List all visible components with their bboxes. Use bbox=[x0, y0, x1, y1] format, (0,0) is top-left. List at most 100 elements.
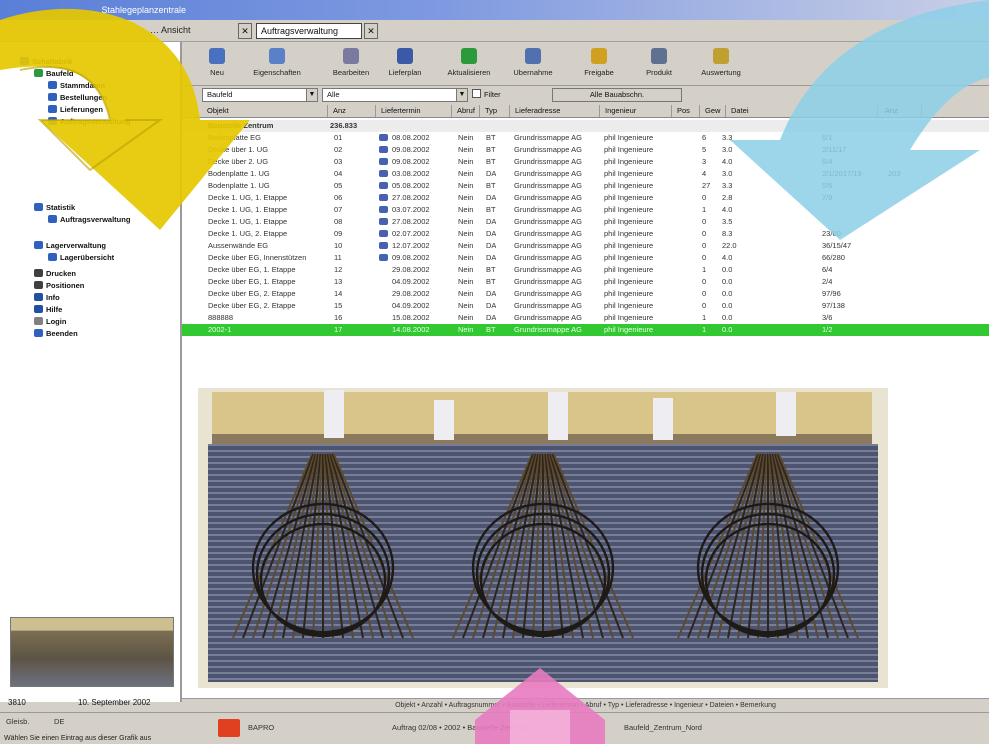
table-cell-t: BT bbox=[486, 180, 496, 192]
table-row[interactable]: Bodenplatte EG 01 08.08.2002 Nein BT Grundris… bbox=[182, 132, 989, 144]
status-left-2: DE bbox=[54, 717, 65, 726]
toolbar-button[interactable]: Freigabe bbox=[570, 46, 628, 82]
tree-item[interactable]: Statistik bbox=[34, 202, 75, 214]
tree-item[interactable]: Info bbox=[34, 292, 60, 304]
table-cell-text: phil Ingenieure bbox=[604, 313, 654, 322]
tree-item[interactable]: Hilfe bbox=[34, 304, 62, 316]
column-header[interactable]: Objekt bbox=[204, 105, 328, 117]
table-cell-addr: Grundrissmappe AG bbox=[514, 288, 582, 300]
table-row[interactable]: Decke über EG, 1. Etappe 13 04.09.2002 Nein… bbox=[182, 276, 989, 288]
table-row[interactable]: Decke über 2. UG 03 09.08.2002 Nein BT Grundr… bbox=[182, 156, 989, 168]
column-header[interactable]: Liefertermin bbox=[378, 105, 452, 117]
tree-item[interactable]: Bestellungen bbox=[48, 92, 107, 104]
toolbar-button[interactable]: Produkt bbox=[630, 46, 688, 82]
column-header[interactable]: Abruf bbox=[454, 105, 480, 117]
table-cell-t: DA bbox=[486, 288, 496, 300]
table-cell-t: BT bbox=[486, 264, 496, 276]
filter-checkbox[interactable]: Filter bbox=[472, 89, 501, 99]
column-header[interactable]: Lieferadresse bbox=[512, 105, 600, 117]
column-header[interactable]: Anz bbox=[882, 105, 922, 117]
checkbox-box[interactable] bbox=[472, 89, 481, 98]
column-header[interactable]: Datei bbox=[728, 105, 878, 117]
chevron-down-icon[interactable]: ▼ bbox=[456, 89, 467, 101]
toolbar-button[interactable]: Eigenschaften bbox=[248, 46, 306, 82]
table-cell-text: Grundrissmappe AG bbox=[514, 169, 582, 178]
table-row[interactable]: Decke 1. UG, 1. Etappe 06 27.08.2002 Nein DA… bbox=[182, 192, 989, 204]
table-row[interactable]: Decke 1. UG, 1. Etappe 07 03.07.2002 Nein BT… bbox=[182, 204, 989, 216]
table-row[interactable]: Decke über 1. UG 02 09.08.2002 Nein BT Grundr… bbox=[182, 144, 989, 156]
task-middle[interactable]: Auftrag 02/08 • 2002 • Baustelle Zentrum bbox=[392, 723, 528, 732]
task-right[interactable]: Baufeld_Zentrum_Nord bbox=[624, 723, 702, 732]
table-row[interactable]: Bodenplatte 1. UG 04 03.08.2002 Nein DA Grund… bbox=[182, 168, 989, 180]
toolbar-button[interactable]: Ubernahme bbox=[504, 46, 562, 82]
table-cell-addr: Grundrissmappe AG bbox=[514, 168, 582, 180]
table-cell-text: Grundrissmappe AG bbox=[514, 193, 582, 202]
chevron-down-icon[interactable]: ▼ bbox=[306, 89, 317, 101]
table-cell-text: Nein bbox=[458, 241, 474, 250]
table-row[interactable]: Decke über EG, 2. Etappe 15 04.09.2002 Nein… bbox=[182, 300, 989, 312]
table-row[interactable]: 2002-1 17 14.08.2002 Nein BT Grundrissmappe A… bbox=[182, 324, 989, 336]
table-cell-text: Decke über EG, 2. Etappe bbox=[208, 289, 296, 298]
column-header[interactable]: Ingenieur bbox=[602, 105, 672, 117]
table-cell-date: 02.07.2002 bbox=[379, 228, 430, 240]
tree-item[interactable]: Stammdaten bbox=[48, 80, 105, 92]
toolbar-button[interactable]: Auswertung bbox=[692, 46, 750, 82]
tree-item[interactable]: Positionen bbox=[34, 280, 84, 292]
filter-select-alle[interactable]: Alle ▼ bbox=[322, 88, 468, 102]
table-row[interactable]: 888888 16 15.08.2002 Nein DA Grundrissmappe A… bbox=[182, 312, 989, 324]
table-group-row[interactable]: Baustelle Zentrum 236.833 bbox=[182, 120, 989, 132]
filter-path-button[interactable]: Alle Bauabschn. bbox=[552, 88, 682, 102]
table-cell-w: 0.0 bbox=[722, 300, 732, 312]
tree-item[interactable]: Lagerübersicht bbox=[48, 252, 114, 264]
close-icon[interactable]: ✕ bbox=[238, 23, 252, 39]
table-cell-text: DA bbox=[486, 253, 497, 262]
toolbar-button-label: Eigenschaften bbox=[253, 68, 301, 77]
tree-item-label: Statistik bbox=[46, 203, 76, 212]
table-cell-text: 3.3 bbox=[722, 133, 733, 142]
column-header[interactable]: Gew bbox=[702, 105, 726, 117]
table-row[interactable]: Decke 1. UG, 2. Etappe 09 02.07.2002 Nein DA… bbox=[182, 228, 989, 240]
tree-item[interactable]: Login bbox=[34, 316, 66, 328]
table-cell-a: Nein bbox=[458, 156, 473, 168]
table-cell-text: phil Ingenieure bbox=[604, 265, 654, 274]
tree-item[interactable]: Schalfabrik bbox=[20, 56, 72, 68]
table-cell-text: 3.5 bbox=[722, 217, 733, 226]
close-icon[interactable]: ✕ bbox=[364, 23, 378, 39]
toolbar-button[interactable]: Bearbeiten bbox=[322, 46, 380, 82]
table-cell-n: 14 bbox=[334, 288, 342, 300]
column-header[interactable]: Pos bbox=[674, 105, 700, 117]
tree-item[interactable]: Drucken bbox=[34, 268, 76, 280]
table-cell-f: 97/138 bbox=[822, 300, 845, 312]
column-header[interactable]: Anz bbox=[330, 105, 376, 117]
toolbar-button[interactable]: Neu bbox=[188, 46, 246, 82]
folder-icon bbox=[20, 57, 29, 65]
tree-item[interactable]: Auftragsverwaltung bbox=[48, 116, 130, 128]
tab-auftragsverwaltung[interactable]: Auftragsverwaltung bbox=[256, 23, 362, 39]
table-row[interactable]: Decke über EG, 1. Etappe 12 29.08.2002 Nein… bbox=[182, 264, 989, 276]
table-row[interactable]: Aussenwände EG 10 12.07.2002 Nein DA Grundris… bbox=[182, 240, 989, 252]
tree-item[interactable]: Auftragsverwaltung bbox=[48, 214, 130, 226]
table-cell-name: Bodenplatte 1. UG bbox=[208, 168, 270, 180]
toolbar-button[interactable]: Aktualisieren bbox=[440, 46, 498, 82]
filter-select-baufeld[interactable]: Baufeld ▼ bbox=[202, 88, 318, 102]
table-cell-date: 14.08.2002 bbox=[392, 324, 430, 336]
table-row[interactable]: Decke über EG, Innenstützen 11 09.08.2002 N… bbox=[182, 252, 989, 264]
table-row[interactable]: Bodenplatte 1. UG 05 05.08.2002 Nein BT Grund… bbox=[182, 180, 989, 192]
table-cell-text: phil Ingenieure bbox=[604, 241, 654, 250]
table-cell-text: Nein bbox=[458, 313, 474, 322]
column-header[interactable]: Typ bbox=[482, 105, 510, 117]
app-logo-icon[interactable] bbox=[218, 719, 240, 737]
table-cell-name: Decke 1. UG, 1. Etappe bbox=[208, 204, 287, 216]
tree-item[interactable]: Lieferungen bbox=[48, 104, 103, 116]
tree-item[interactable]: Lagerverwaltung bbox=[34, 240, 106, 252]
tree-item[interactable]: Beenden bbox=[34, 328, 78, 340]
table-row[interactable]: Decke 1. UG, 1. Etappe 08 27.08.2002 Nein DA… bbox=[182, 216, 989, 228]
toolbar-button[interactable]: Lieferplan bbox=[376, 46, 434, 82]
table-row[interactable]: Decke über EG, 2. Etappe 14 29.08.2002 Nein… bbox=[182, 288, 989, 300]
table-cell-text: 2.8 bbox=[722, 193, 733, 202]
tree-item[interactable]: Baufeld bbox=[34, 68, 74, 80]
table-cell-w: 3.3 bbox=[722, 132, 732, 144]
menu-view[interactable]: … Ansicht bbox=[150, 25, 191, 35]
status-left: Gleisb. bbox=[6, 717, 30, 726]
table-cell-text: Grundrissmappe AG bbox=[514, 301, 582, 310]
